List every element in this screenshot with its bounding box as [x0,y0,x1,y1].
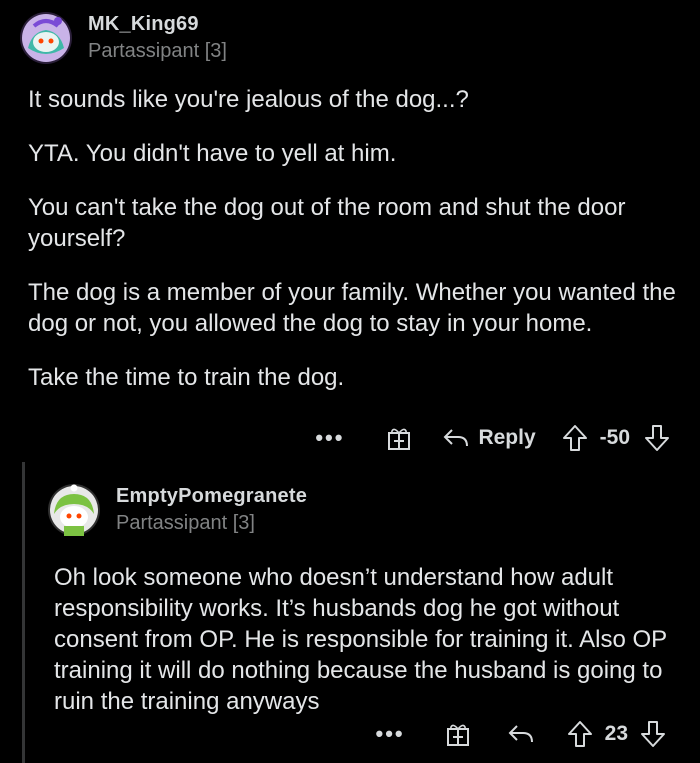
avatar[interactable] [48,484,100,536]
reply-label: Reply [478,426,536,449]
vote-score: 23 [604,722,628,745]
more-options-button[interactable]: ••• [315,425,344,451]
comment-body: Oh look someone who doesn’t understand h… [54,562,684,740]
comment-actions: ••• 23 [376,720,666,748]
avatar[interactable] [20,12,72,64]
comment-header: MK_King69 Partassipant [3] [20,12,227,64]
award-button[interactable] [386,425,412,451]
comment-body: It sounds like you're jealous of the dog… [28,84,678,416]
reply-arrow-icon [444,429,469,447]
comment-paragraph: YTA. You didn't have to yell at him. [28,140,397,167]
comment-header: EmptyPomegranete Partassipant [3] [48,484,307,536]
username[interactable]: MK_King69 [88,13,227,36]
user-flair: Partassipant [3] [88,40,227,62]
reply-button[interactable]: Reply [442,426,536,450]
user-flair: Partassipant [3] [116,512,255,534]
comment-paragraph: Take the time to train the dog. [28,364,345,391]
downvote-button[interactable] [640,720,666,748]
reply-arrow-icon [508,725,533,743]
vote-score: -50 [599,426,630,449]
gift-icon [388,428,411,450]
username[interactable]: EmptyPomegranete [116,485,307,508]
downvote-button[interactable] [644,424,670,452]
thread-line [22,462,25,763]
award-button[interactable] [445,721,471,747]
gift-icon [446,724,469,746]
downvote-icon [645,425,669,451]
more-options-button[interactable]: ••• [376,721,405,747]
comment-paragraph: Oh look someone who doesn’t understand h… [54,564,667,715]
comment-paragraph: You can't take the dog out of the room a… [28,194,626,252]
comment-paragraph: It sounds like you're jealous of the dog… [28,86,469,113]
upvote-icon [567,721,592,747]
comment-paragraph: The dog is a member of your family. Whet… [28,279,676,337]
comment-actions: ••• Reply -50 [315,424,670,452]
downvote-icon [641,721,665,747]
upvote-icon [562,425,587,451]
upvote-button[interactable] [562,424,588,452]
upvote-button[interactable] [567,720,593,748]
reply-button[interactable] [507,723,535,745]
